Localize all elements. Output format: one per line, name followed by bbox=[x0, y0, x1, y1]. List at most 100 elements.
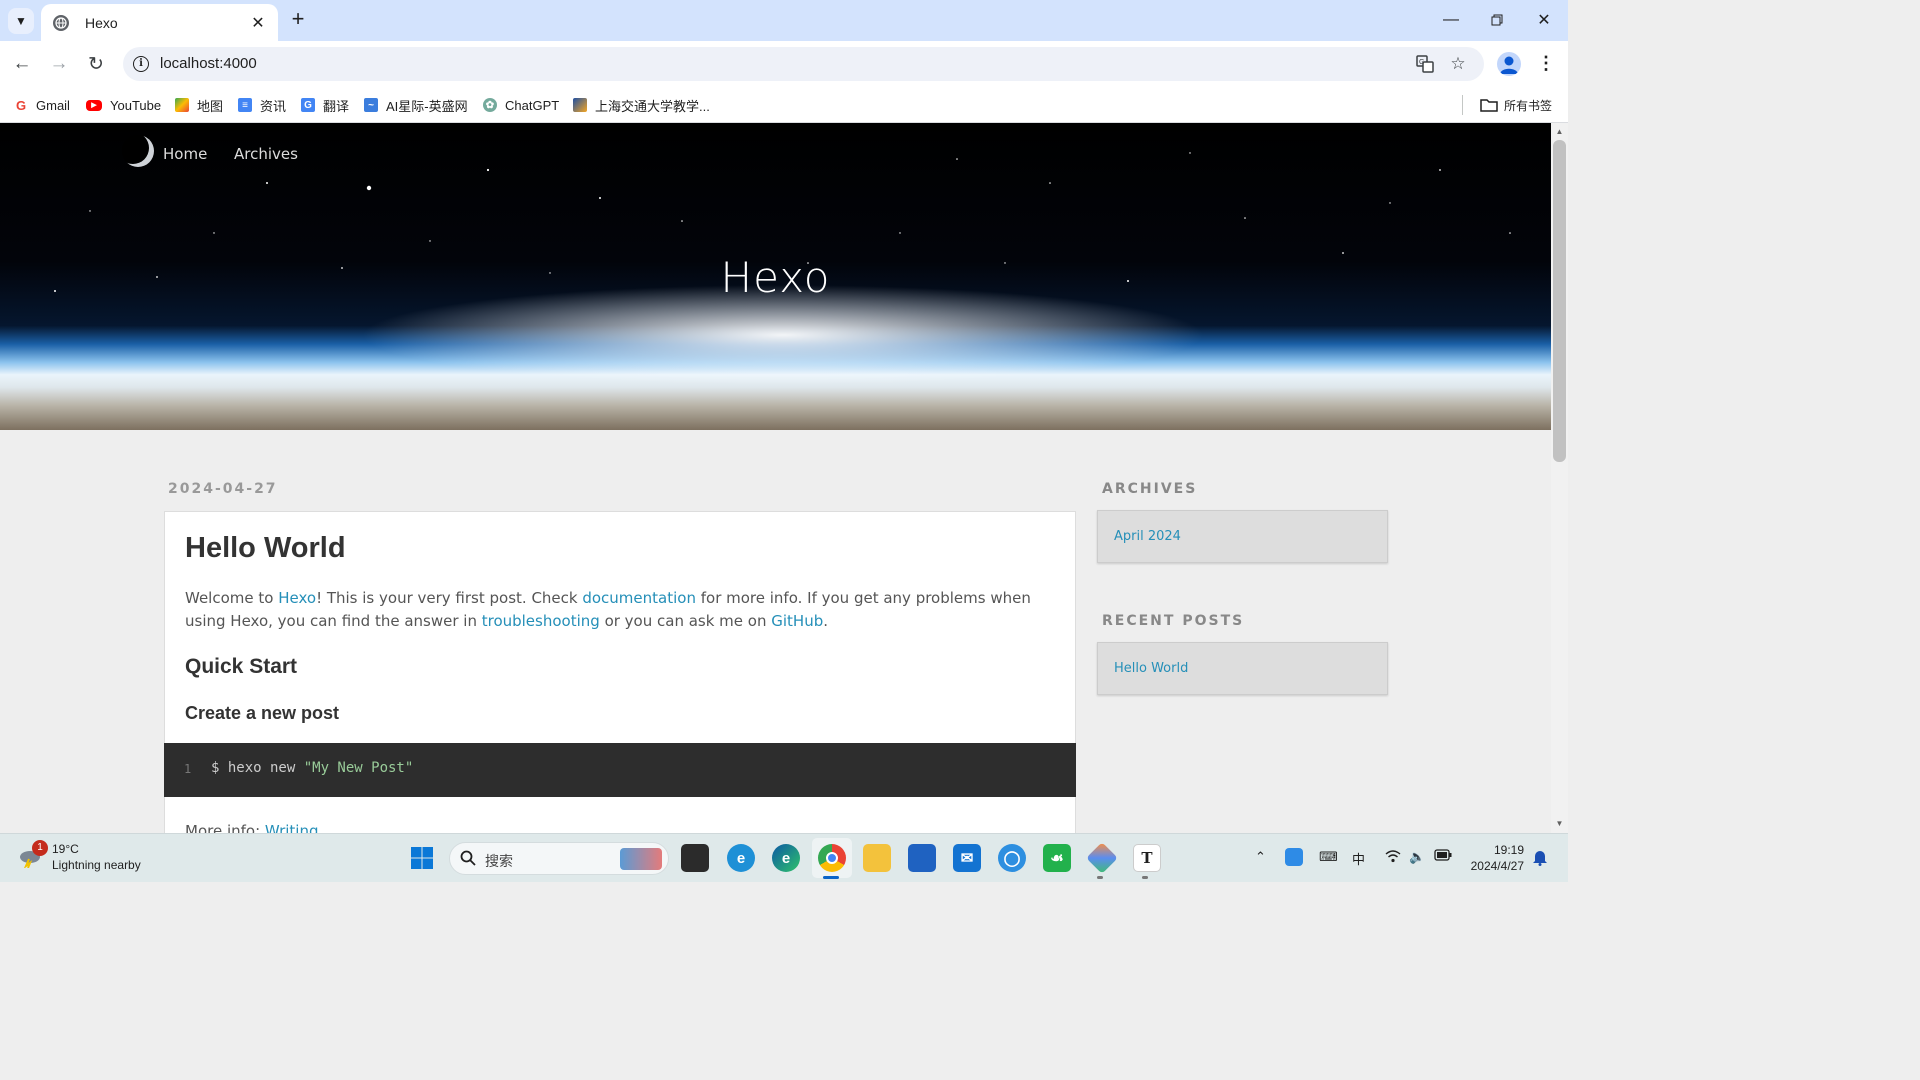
create-post-heading: Create a new post bbox=[185, 703, 340, 723]
bookmark-label: 翻译 bbox=[323, 98, 350, 114]
bookmark-news[interactable]: ≡ 资讯 bbox=[238, 95, 286, 115]
weather-alert-badge: 1 bbox=[32, 840, 48, 856]
translate-icon: G bbox=[301, 98, 315, 112]
minimize-button[interactable]: — bbox=[1428, 0, 1474, 40]
ime-indicator[interactable]: 中 bbox=[1352, 849, 1365, 868]
system-clock[interactable]: 19:19 2024/4/27 bbox=[1466, 842, 1524, 874]
recent-posts-widget: Hello World bbox=[1097, 642, 1388, 695]
search-app-icon[interactable]: ◯ bbox=[998, 844, 1026, 872]
bookmark-label: YouTube bbox=[110, 97, 162, 113]
notification-bell-icon[interactable] bbox=[1532, 848, 1548, 869]
page-scrollbar[interactable]: ▲ ▼ bbox=[1551, 123, 1568, 833]
site-title[interactable]: Hexo bbox=[0, 253, 1551, 302]
windows-start-icon[interactable] bbox=[408, 844, 436, 872]
bookmark-label: Gmail bbox=[36, 97, 70, 113]
code-line: $ hexo new "My New Post" bbox=[211, 760, 413, 776]
youtube-icon: ▶ bbox=[86, 99, 102, 111]
tray-app-icon[interactable] bbox=[1285, 848, 1303, 866]
bookmark-maps[interactable]: 地图 bbox=[175, 95, 223, 115]
battery-icon[interactable] bbox=[1434, 849, 1452, 864]
reload-button[interactable]: ↻ bbox=[82, 50, 110, 78]
address-bar[interactable]: i localhost:4000 G ☆ bbox=[123, 47, 1484, 81]
scrollbar-thumb[interactable] bbox=[1553, 140, 1566, 462]
bookmark-label: ChatGPT bbox=[505, 97, 560, 113]
bookmark-label: 资讯 bbox=[260, 98, 287, 114]
browser-tab[interactable]: Hexo ✕ bbox=[41, 4, 278, 41]
arrow-right-icon: → bbox=[49, 53, 69, 74]
close-window-button[interactable]: ✕ bbox=[1521, 0, 1567, 40]
wechat-like-icon[interactable]: ☙ bbox=[1043, 844, 1071, 872]
bookmark-star-icon[interactable]: ☆ bbox=[1448, 54, 1468, 74]
chatgpt-icon: ✿ bbox=[483, 98, 497, 112]
keyboard-icon[interactable]: ⌨ bbox=[1319, 849, 1338, 865]
clock-time: 19:19 bbox=[1493, 843, 1524, 857]
moon-logo-icon[interactable] bbox=[122, 135, 154, 167]
task-view-icon[interactable] bbox=[681, 844, 709, 872]
app-running-indicator bbox=[1097, 876, 1103, 879]
archive-link-april-2024[interactable]: April 2024 bbox=[1114, 529, 1181, 544]
site-info-icon[interactable]: i bbox=[133, 56, 149, 72]
nav-archives-link[interactable]: Archives bbox=[234, 145, 298, 163]
tab-search-button[interactable]: ▼ bbox=[8, 8, 34, 34]
volume-muted-icon[interactable]: 🔈 bbox=[1409, 849, 1425, 865]
typora-icon[interactable]: T bbox=[1133, 844, 1161, 872]
all-bookmarks-button[interactable]: 所有书签 bbox=[1480, 95, 1552, 115]
url-text[interactable]: localhost:4000 bbox=[160, 55, 257, 72]
new-tab-button[interactable]: + bbox=[287, 8, 309, 31]
file-explorer-icon[interactable] bbox=[863, 844, 891, 872]
profile-avatar[interactable] bbox=[1497, 52, 1521, 76]
more-info-line: More info: Writing bbox=[185, 822, 319, 833]
post-date[interactable]: 2024-04-27 bbox=[168, 481, 278, 497]
bookmark-chatgpt[interactable]: ✿ ChatGPT bbox=[483, 95, 559, 115]
translate-icon[interactable]: G bbox=[1415, 54, 1435, 74]
search-placeholder: 搜索 bbox=[485, 853, 513, 869]
chrome-icon[interactable] bbox=[818, 844, 846, 872]
weather-widget[interactable]: 1 19°C Lightning nearby bbox=[18, 840, 141, 873]
browser-tab-bar: ▼ Hexo ✕ + — ✕ bbox=[0, 0, 1568, 41]
chevron-down-icon: ▼ bbox=[15, 14, 27, 28]
svg-text:G: G bbox=[1419, 59, 1424, 66]
wifi-icon[interactable] bbox=[1385, 849, 1401, 866]
bookmark-translate[interactable]: G 翻译 bbox=[301, 95, 349, 115]
bookmark-ai-site[interactable]: ~ AI星际-英盛网 bbox=[364, 95, 468, 115]
edge-legacy-icon[interactable]: e bbox=[727, 844, 755, 872]
ai-site-icon: ~ bbox=[364, 98, 378, 112]
restore-button[interactable] bbox=[1474, 0, 1520, 40]
search-highlight-icon bbox=[620, 848, 662, 870]
scroll-up-icon[interactable]: ▲ bbox=[1551, 125, 1568, 139]
intro-text: Welcome to bbox=[185, 589, 279, 607]
app-running-indicator bbox=[1142, 876, 1148, 879]
scroll-down-icon[interactable]: ▼ bbox=[1551, 817, 1568, 831]
recent-posts-widget-title: RECENT POSTS bbox=[1102, 613, 1245, 629]
bookmark-youtube[interactable]: ▶ YouTube bbox=[86, 95, 161, 115]
microsoft-store-icon[interactable] bbox=[908, 844, 936, 872]
clock-date: 2024/4/27 bbox=[1470, 859, 1524, 873]
edge-icon[interactable]: e bbox=[772, 844, 800, 872]
bookmark-label: 上海交通大学教学... bbox=[595, 98, 710, 114]
documentation-link[interactable]: documentation bbox=[582, 589, 696, 607]
bookmark-gmail[interactable]: G Gmail bbox=[14, 95, 70, 115]
page-viewport: Home Archives Hexo 2024-04-27 Hello Worl… bbox=[0, 123, 1551, 833]
nav-home-link[interactable]: Home bbox=[163, 145, 207, 163]
post-intro-paragraph: Welcome to Hexo! This is your very first… bbox=[185, 587, 1060, 633]
app-diamond-icon[interactable] bbox=[1086, 842, 1118, 874]
folder-icon bbox=[1480, 99, 1498, 112]
bookmark-sjtu[interactable]: 上海交通大学教学... bbox=[573, 95, 710, 115]
taskbar-search[interactable]: 搜索 bbox=[449, 842, 669, 875]
close-tab-icon[interactable]: ✕ bbox=[250, 13, 266, 33]
reload-icon: ↻ bbox=[88, 53, 104, 75]
post-title[interactable]: Hello World bbox=[185, 532, 346, 565]
github-link[interactable]: GitHub bbox=[771, 612, 823, 630]
troubleshooting-link[interactable]: troubleshooting bbox=[482, 612, 600, 630]
hexo-link[interactable]: Hexo bbox=[278, 589, 316, 607]
mail-icon[interactable]: ✉ bbox=[953, 844, 981, 872]
writing-link[interactable]: Writing bbox=[265, 822, 319, 833]
more-menu-button[interactable]: ⋮ bbox=[1536, 52, 1556, 76]
chevron-up-icon[interactable]: ⌃ bbox=[1255, 849, 1266, 865]
archives-widget-title: ARCHIVES bbox=[1102, 481, 1198, 497]
recent-post-link[interactable]: Hello World bbox=[1114, 661, 1188, 676]
back-button[interactable]: ← bbox=[8, 50, 36, 78]
site-banner: Home Archives Hexo bbox=[0, 123, 1551, 430]
forward-button[interactable]: → bbox=[45, 50, 73, 78]
quick-start-heading: Quick Start bbox=[185, 655, 298, 678]
